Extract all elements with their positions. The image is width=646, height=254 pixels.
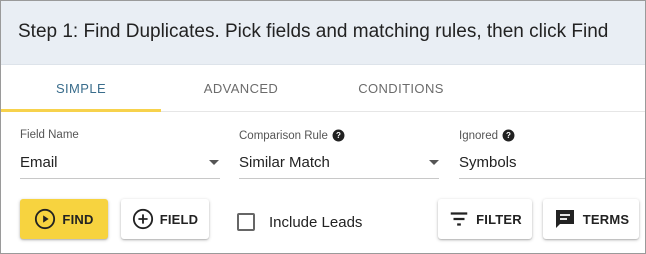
- include-leads-checkbox[interactable]: [237, 213, 255, 231]
- caret-down-icon: [209, 160, 219, 165]
- play-circle-icon: [35, 208, 56, 230]
- help-circle-icon[interactable]: ?: [502, 129, 515, 142]
- field-name-label: Field Name: [20, 129, 220, 141]
- field-name-label-text: Field Name: [20, 129, 79, 141]
- step-title: Step 1: Find Duplicates. Pick fields and…: [18, 21, 609, 42]
- ignored-label-text: Ignored: [459, 129, 499, 142]
- ignored-value: Symbols: [459, 154, 517, 171]
- filter-button-label: FILTER: [476, 211, 522, 227]
- svg-text:?: ?: [336, 131, 341, 140]
- comparison-rule-select[interactable]: Comparison Rule ? Similar Match: [239, 129, 439, 179]
- field-name-value: Email: [20, 154, 58, 171]
- add-circle-icon: [132, 208, 153, 230]
- filter-button[interactable]: FILTER: [438, 199, 532, 239]
- ignored-underline: [459, 178, 645, 179]
- comparison-rule-label: Comparison Rule ?: [239, 129, 439, 142]
- include-leads-toggle[interactable]: Include Leads: [237, 213, 362, 231]
- filter-list-icon: [450, 212, 468, 226]
- add-field-button-label: FIELD: [159, 211, 199, 227]
- add-field-button[interactable]: FIELD: [121, 199, 209, 239]
- find-button-label: FIND: [62, 211, 94, 227]
- chat-box-icon: [555, 210, 574, 228]
- caret-down-icon: [429, 160, 439, 165]
- tab-bar: SIMPLE ADVANCED CONDITIONS: [1, 65, 645, 112]
- terms-button[interactable]: TERMS: [543, 199, 639, 239]
- help-circle-icon[interactable]: ?: [332, 129, 345, 142]
- tab-conditions[interactable]: CONDITIONS: [321, 65, 481, 112]
- field-name-underline: [20, 178, 220, 179]
- field-name-select[interactable]: Field Name Email: [20, 129, 220, 179]
- ignored-label: Ignored ?: [459, 129, 645, 142]
- comparison-rule-label-text: Comparison Rule: [239, 129, 328, 142]
- comparison-rule-value: Similar Match: [239, 154, 330, 171]
- tab-advanced[interactable]: ADVANCED: [161, 65, 321, 112]
- tab-simple[interactable]: SIMPLE: [1, 65, 161, 112]
- active-tab-indicator: [1, 109, 161, 112]
- svg-text:?: ?: [506, 131, 511, 140]
- comparison-rule-underline: [239, 178, 439, 179]
- dedupe-panel: Step 1: Find Duplicates. Pick fields and…: [0, 0, 646, 254]
- terms-button-label: TERMS: [582, 211, 630, 227]
- include-leads-label: Include Leads: [269, 213, 363, 231]
- find-button[interactable]: FIND: [20, 199, 108, 239]
- ignored-select[interactable]: Ignored ? Symbols: [459, 129, 645, 179]
- step-header: Step 1: Find Duplicates. Pick fields and…: [1, 1, 645, 65]
